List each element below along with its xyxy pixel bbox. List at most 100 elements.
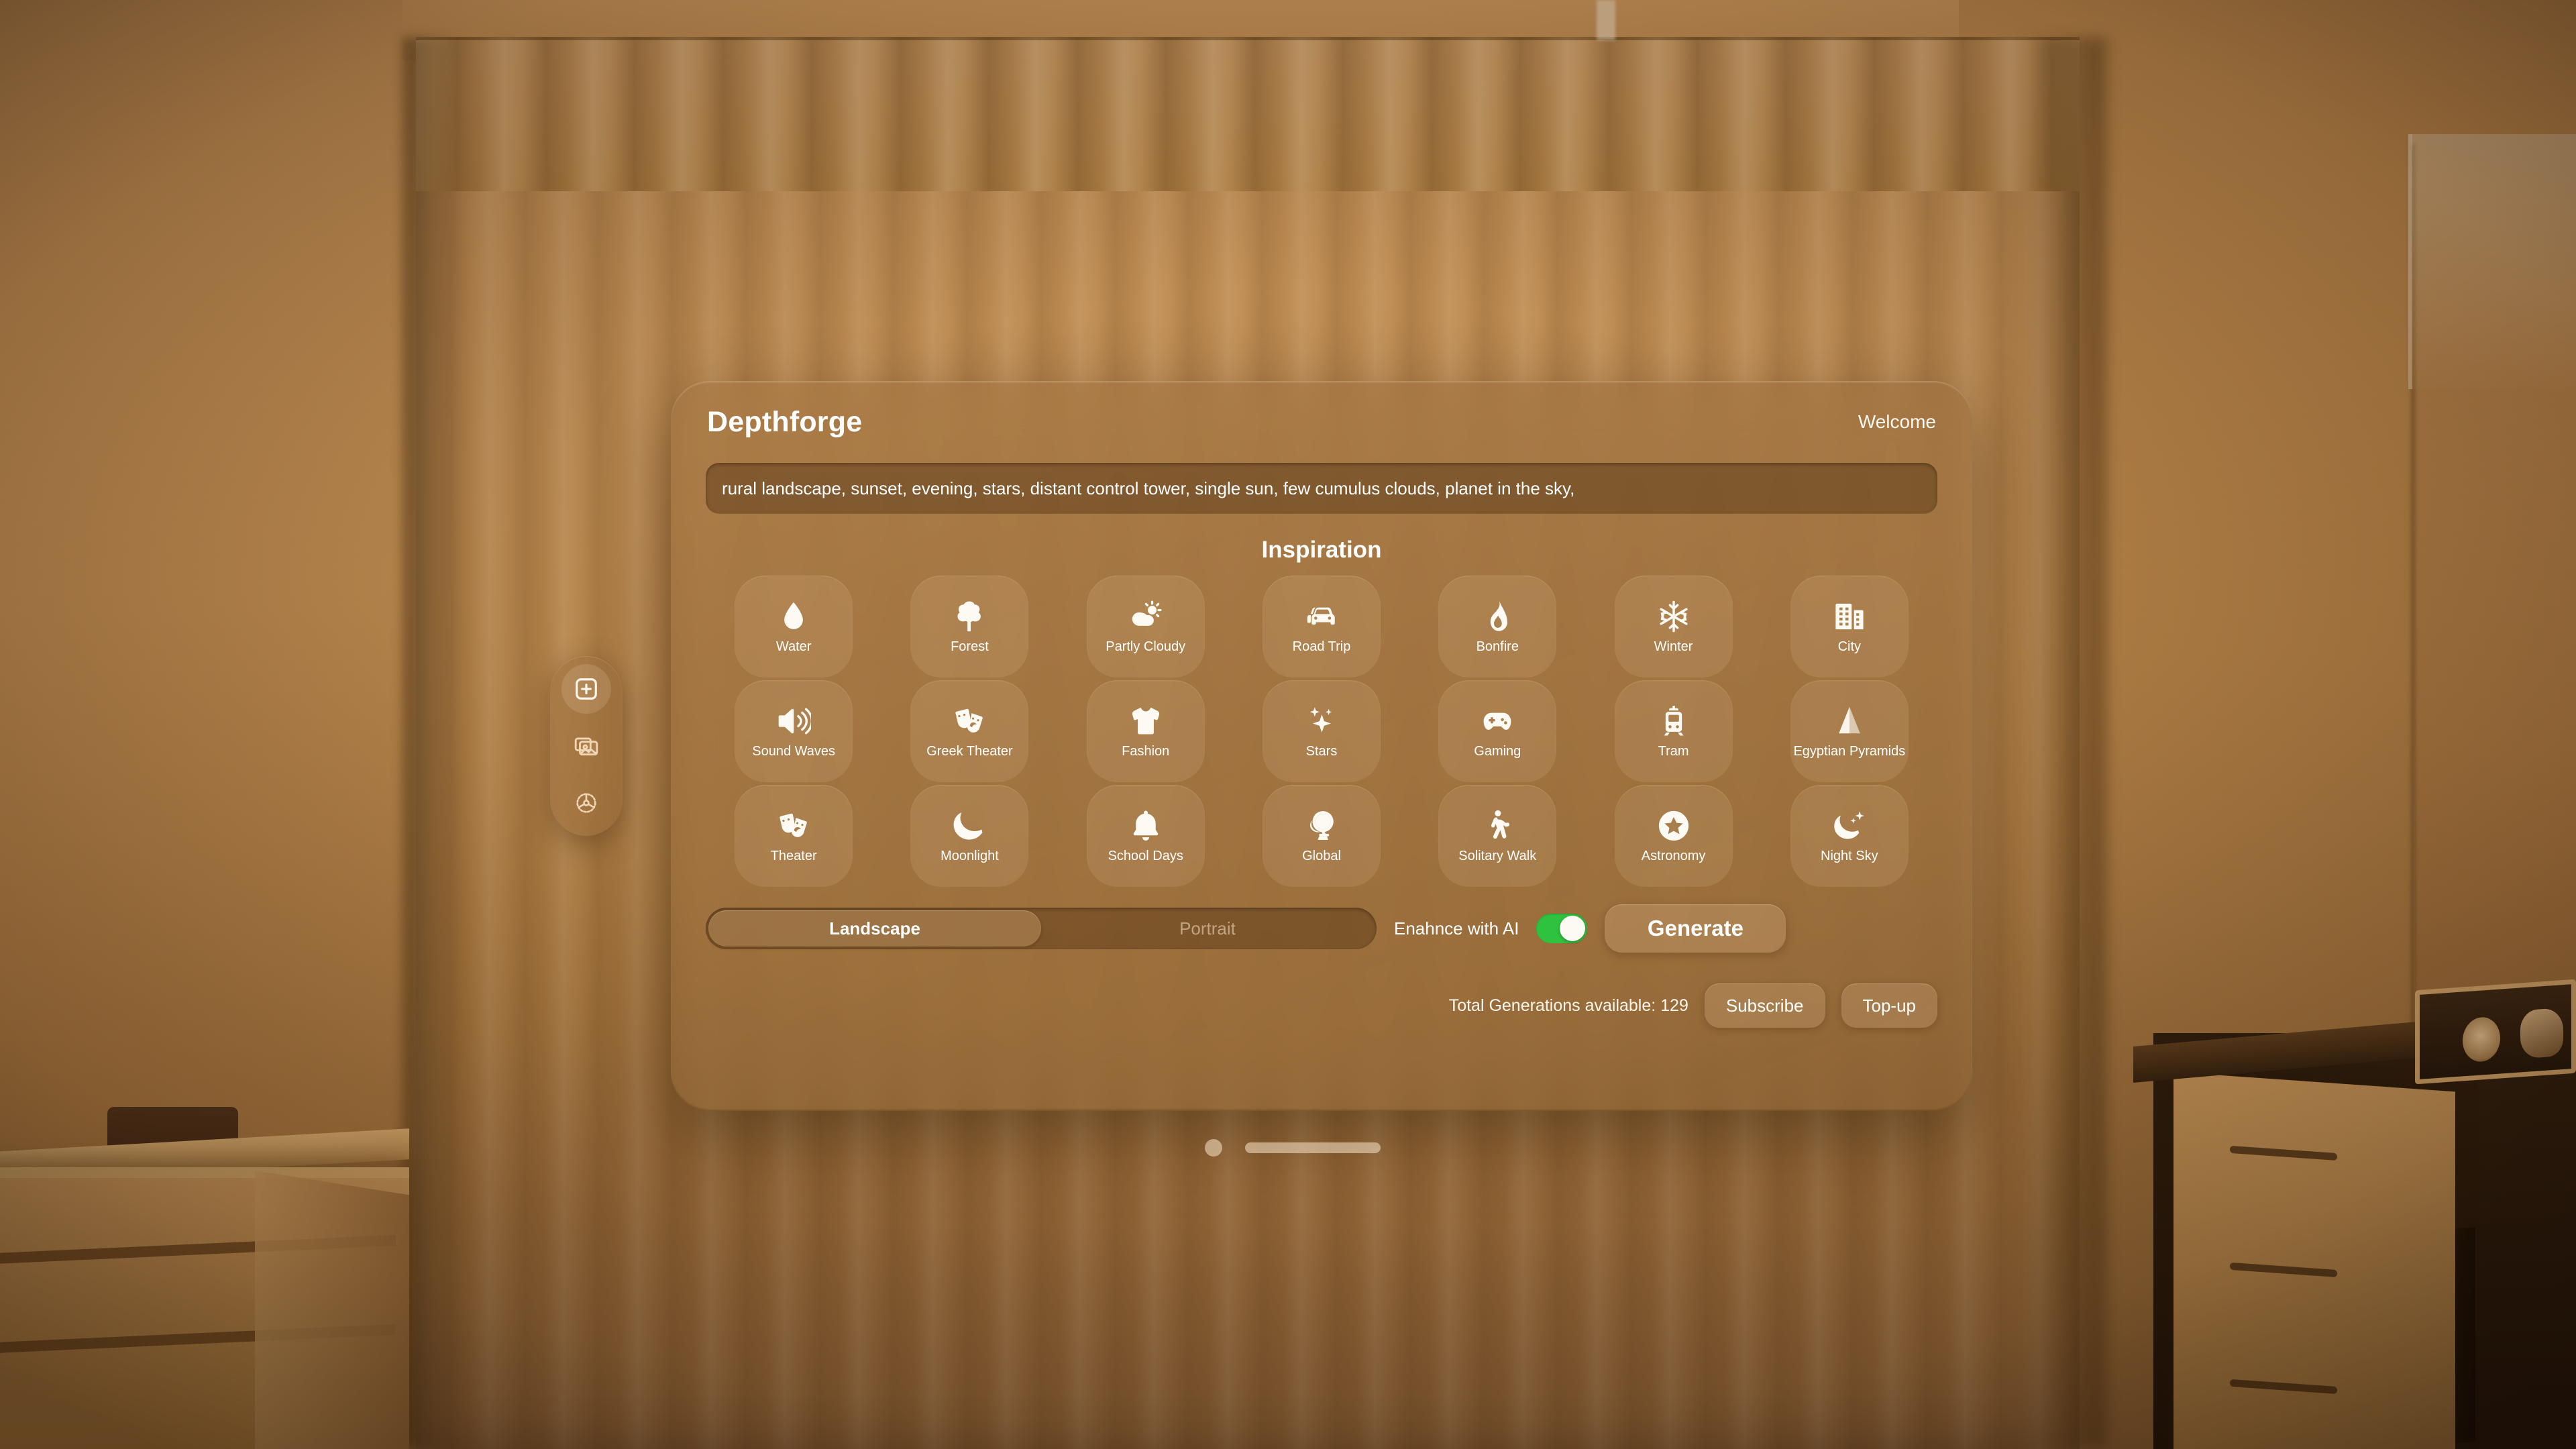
inspiration-chip-body: Solitary Walk <box>1438 785 1557 887</box>
tshirt-icon <box>1128 704 1163 739</box>
crescent-moon-icon <box>952 808 987 843</box>
inspiration-chip-label: Moonlight <box>941 848 999 863</box>
topup-button[interactable]: Top-up <box>1841 983 1937 1028</box>
bell-icon <box>1128 808 1163 843</box>
settings-button[interactable] <box>561 778 611 828</box>
curtain-left-shadow <box>402 37 463 1449</box>
game-controller-icon <box>1480 704 1515 739</box>
inspiration-chip[interactable]: Fashion <box>1086 680 1205 782</box>
water-drop-icon <box>776 599 811 634</box>
photo-subject <box>2463 1016 2500 1063</box>
inspiration-chip-body: Theater <box>735 785 853 887</box>
inspiration-chip-label: Bonfire <box>1476 639 1519 654</box>
inspiration-chip-label: Night Sky <box>1821 848 1878 863</box>
drawer-handle <box>2230 1145 2337 1161</box>
inspiration-chip-label: Sound Waves <box>752 743 836 759</box>
window-footer: Total Generations available: 129 Subscri… <box>706 983 1937 1028</box>
inspiration-chip[interactable]: Winter <box>1614 576 1733 678</box>
drawer-handle <box>2230 1262 2337 1278</box>
inspiration-chip-label: Stars <box>1305 743 1338 759</box>
sun-behind-cloud-icon <box>1128 599 1163 634</box>
inspiration-chip-label: City <box>1837 639 1862 654</box>
inspiration-chip[interactable]: Partly Cloudy <box>1086 576 1205 678</box>
inspiration-chip-body: Sound Waves <box>735 680 853 782</box>
inspiration-grid: Water Forest Partly Cloudy Road Trip Bonfire… <box>706 576 1937 887</box>
inspiration-chip[interactable]: Bonfire <box>1438 576 1557 678</box>
inspiration-chip-label: School Days <box>1108 848 1183 863</box>
inspiration-chip[interactable]: Stars <box>1262 680 1381 782</box>
photo-subject <box>2520 1007 2563 1059</box>
inspiration-chip[interactable]: Theater <box>735 785 853 887</box>
inspiration-chip[interactable]: Egyptian Pyramids <box>1790 680 1909 782</box>
inspiration-chip[interactable]: Tram <box>1614 680 1733 782</box>
inspiration-chip-label: Greek Theater <box>926 743 1013 759</box>
inspiration-chip[interactable]: Global <box>1262 785 1381 887</box>
tree-icon <box>952 599 987 634</box>
inspiration-chip[interactable]: Road Trip <box>1262 576 1381 678</box>
inspiration-chip-body: Night Sky <box>1790 785 1909 887</box>
inspiration-chip[interactable]: Night Sky <box>1790 785 1909 887</box>
generations-available-text: Total Generations available: 129 <box>1448 996 1688 1015</box>
inspiration-chip-label: Fashion <box>1122 743 1170 759</box>
inspiration-chip[interactable]: Solitary Walk <box>1438 785 1557 887</box>
orientation-segmented-control: Landscape Portrait <box>706 908 1377 949</box>
curtain-right-shadow <box>2019 37 2106 1449</box>
inspiration-chip-body: Partly Cloudy <box>1086 576 1205 678</box>
inspiration-chip[interactable]: Water <box>735 576 853 678</box>
inspiration-chip-label: Tram <box>1658 743 1689 759</box>
inspiration-chip-body: Forest <box>910 576 1029 678</box>
inspiration-chip-label: Solitary Walk <box>1458 848 1537 863</box>
moon-stars-icon <box>1832 808 1867 843</box>
curtain-pleat-header <box>416 37 2080 191</box>
gallery-button[interactable] <box>561 721 611 771</box>
generate-button[interactable]: Generate <box>1605 904 1786 953</box>
inspiration-chip[interactable]: School Days <box>1086 785 1205 887</box>
inspiration-chip-body: Water <box>735 576 853 678</box>
inspiration-chip[interactable]: Forest <box>910 576 1029 678</box>
theater-masks-icon <box>776 808 811 843</box>
inspiration-chip[interactable]: Gaming <box>1438 680 1557 782</box>
walking-person-icon <box>1480 808 1515 843</box>
orientation-option-landscape[interactable]: Landscape <box>708 910 1041 947</box>
inspiration-chip-body: Global <box>1262 785 1381 887</box>
inspiration-chip-body: Bonfire <box>1438 576 1557 678</box>
inspiration-chip-body: School Days <box>1086 785 1205 887</box>
pyramid-icon <box>1832 704 1867 739</box>
inspiration-chip-body: Winter <box>1614 576 1733 678</box>
orientation-option-portrait[interactable]: Portrait <box>1041 910 1374 947</box>
inspiration-chip[interactable]: Astronomy <box>1614 785 1733 887</box>
enhance-with-ai-toggle[interactable] <box>1536 914 1588 943</box>
inspiration-chip[interactable]: Moonlight <box>910 785 1029 887</box>
welcome-label[interactable]: Welcome <box>1858 411 1936 433</box>
inspiration-chip-label: Forest <box>951 639 989 654</box>
star-circle-icon <box>1656 808 1691 843</box>
inspiration-heading: Inspiration <box>1261 537 1382 563</box>
enhance-with-ai-label: Enahnce with AI <box>1394 918 1519 938</box>
drawer-handle <box>2230 1379 2337 1395</box>
theater-masks-icon <box>952 704 987 739</box>
gear-icon <box>574 790 599 816</box>
subscribe-button[interactable]: Subscribe <box>1704 983 1825 1028</box>
side-toolbar <box>550 656 623 836</box>
globe-stand-icon <box>1304 808 1339 843</box>
inspiration-chip[interactable]: Greek Theater <box>910 680 1029 782</box>
left-dresser-side <box>255 1171 409 1449</box>
plus-square-icon <box>574 676 599 702</box>
inspiration-chip[interactable]: Sound Waves <box>735 680 853 782</box>
sparkles-icon <box>1304 704 1339 739</box>
tram-icon <box>1656 704 1691 739</box>
photo-stack-icon <box>574 733 599 759</box>
inspiration-chip-label: Egyptian Pyramids <box>1793 743 1906 759</box>
new-generation-button[interactable] <box>561 664 611 714</box>
inspiration-chip-body: Road Trip <box>1262 576 1381 678</box>
inspiration-chip-body: Fashion <box>1086 680 1205 782</box>
close-window-button[interactable] <box>1205 1139 1222 1157</box>
inspiration-chip[interactable]: City <box>1790 576 1909 678</box>
framed-photo <box>2415 979 2576 1085</box>
prompt-value: rural landscape, sunset, evening, stars,… <box>722 478 1575 498</box>
right-drawer-unit <box>2174 1072 2455 1449</box>
window-grabber-handle[interactable] <box>1245 1142 1381 1153</box>
speaker-waves-icon <box>776 704 812 739</box>
prompt-input[interactable]: rural landscape, sunset, evening, stars,… <box>706 463 1937 514</box>
toggle-knob <box>1560 916 1586 941</box>
